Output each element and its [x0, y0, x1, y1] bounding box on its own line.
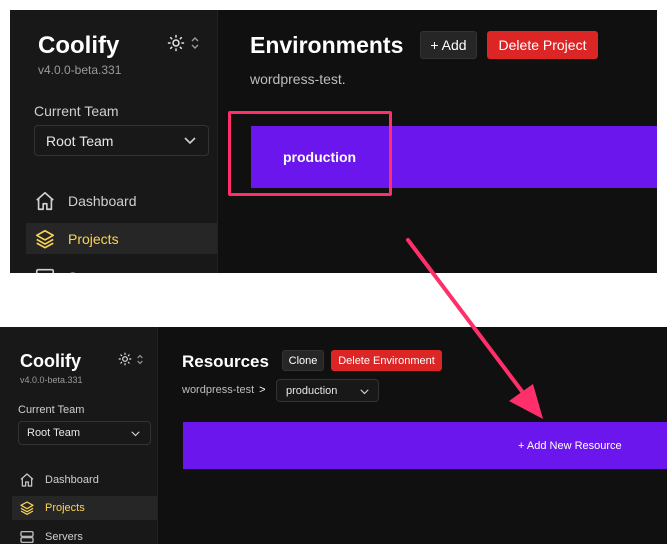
- arrow-annotation: [406, 238, 543, 419]
